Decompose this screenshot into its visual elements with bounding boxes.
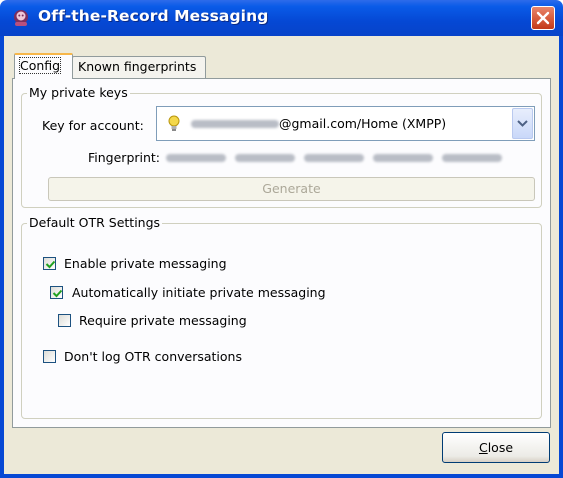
enable-private-messaging-checkbox[interactable] [43, 257, 56, 270]
lightbulb-icon [167, 115, 181, 137]
auto-initiate-label: Automatically initiate private messaging [72, 285, 326, 300]
require-private-messaging-checkbox[interactable] [58, 314, 71, 327]
close-button-mnemonic: C [478, 440, 488, 455]
private-keys-group-title: My private keys [27, 85, 130, 101]
config-tab-panel: My private keys Key for account: @gmail.… [12, 78, 551, 428]
window-close-button[interactable] [531, 6, 555, 30]
fingerprint-segment [304, 154, 364, 162]
fingerprint-segment [373, 154, 433, 162]
otr-dialog: Off-the-Record Messaging Config Known fi… [0, 0, 563, 478]
account-value: @gmail.com/Home (XMPP) [279, 116, 447, 131]
tab-config-label: Config [18, 57, 62, 74]
require-private-messaging-label: Require private messaging [79, 313, 247, 328]
window-frame: Config Known fingerprints My private key… [0, 36, 563, 478]
account-select-dropdown-button[interactable] [512, 108, 533, 139]
private-keys-group: My private keys Key for account: @gmail.… [21, 85, 542, 208]
auto-initiate-checkbox[interactable] [50, 286, 63, 299]
checkmark-icon [52, 289, 63, 298]
key-for-account-label: Key for account: [42, 118, 144, 133]
fingerprint-segment [235, 154, 295, 162]
close-button-label: lose [487, 440, 514, 455]
redacted-username [191, 120, 279, 128]
checkmark-icon [45, 260, 56, 269]
title-bar[interactable]: Off-the-Record Messaging [0, 0, 563, 36]
default-otr-settings-group-title: Default OTR Settings [27, 215, 163, 231]
default-otr-settings-group: Default OTR Settings Enable private mess… [21, 215, 542, 419]
dont-log-label: Don't log OTR conversations [64, 349, 242, 364]
enable-private-messaging-label: Enable private messaging [64, 256, 227, 271]
account-select[interactable]: @gmail.com/Home (XMPP) [156, 106, 535, 141]
tab-config[interactable]: Config [14, 53, 73, 79]
fingerprint-segment [442, 154, 502, 162]
dialog-client-area: Config Known fingerprints My private key… [4, 36, 559, 474]
close-button[interactable]: Close [442, 432, 550, 463]
fingerprint-segment [166, 154, 226, 162]
pidgin-otr-app-icon [12, 9, 30, 27]
chevron-down-icon [513, 120, 532, 142]
fingerprint-label: Fingerprint: [88, 150, 161, 165]
generate-button[interactable]: Generate [48, 177, 535, 201]
dont-log-checkbox[interactable] [43, 350, 56, 363]
tab-known-fingerprints[interactable]: Known fingerprints [72, 56, 206, 78]
window-title: Off-the-Record Messaging [38, 7, 269, 25]
tab-known-fingerprints-label: Known fingerprints [78, 59, 197, 74]
